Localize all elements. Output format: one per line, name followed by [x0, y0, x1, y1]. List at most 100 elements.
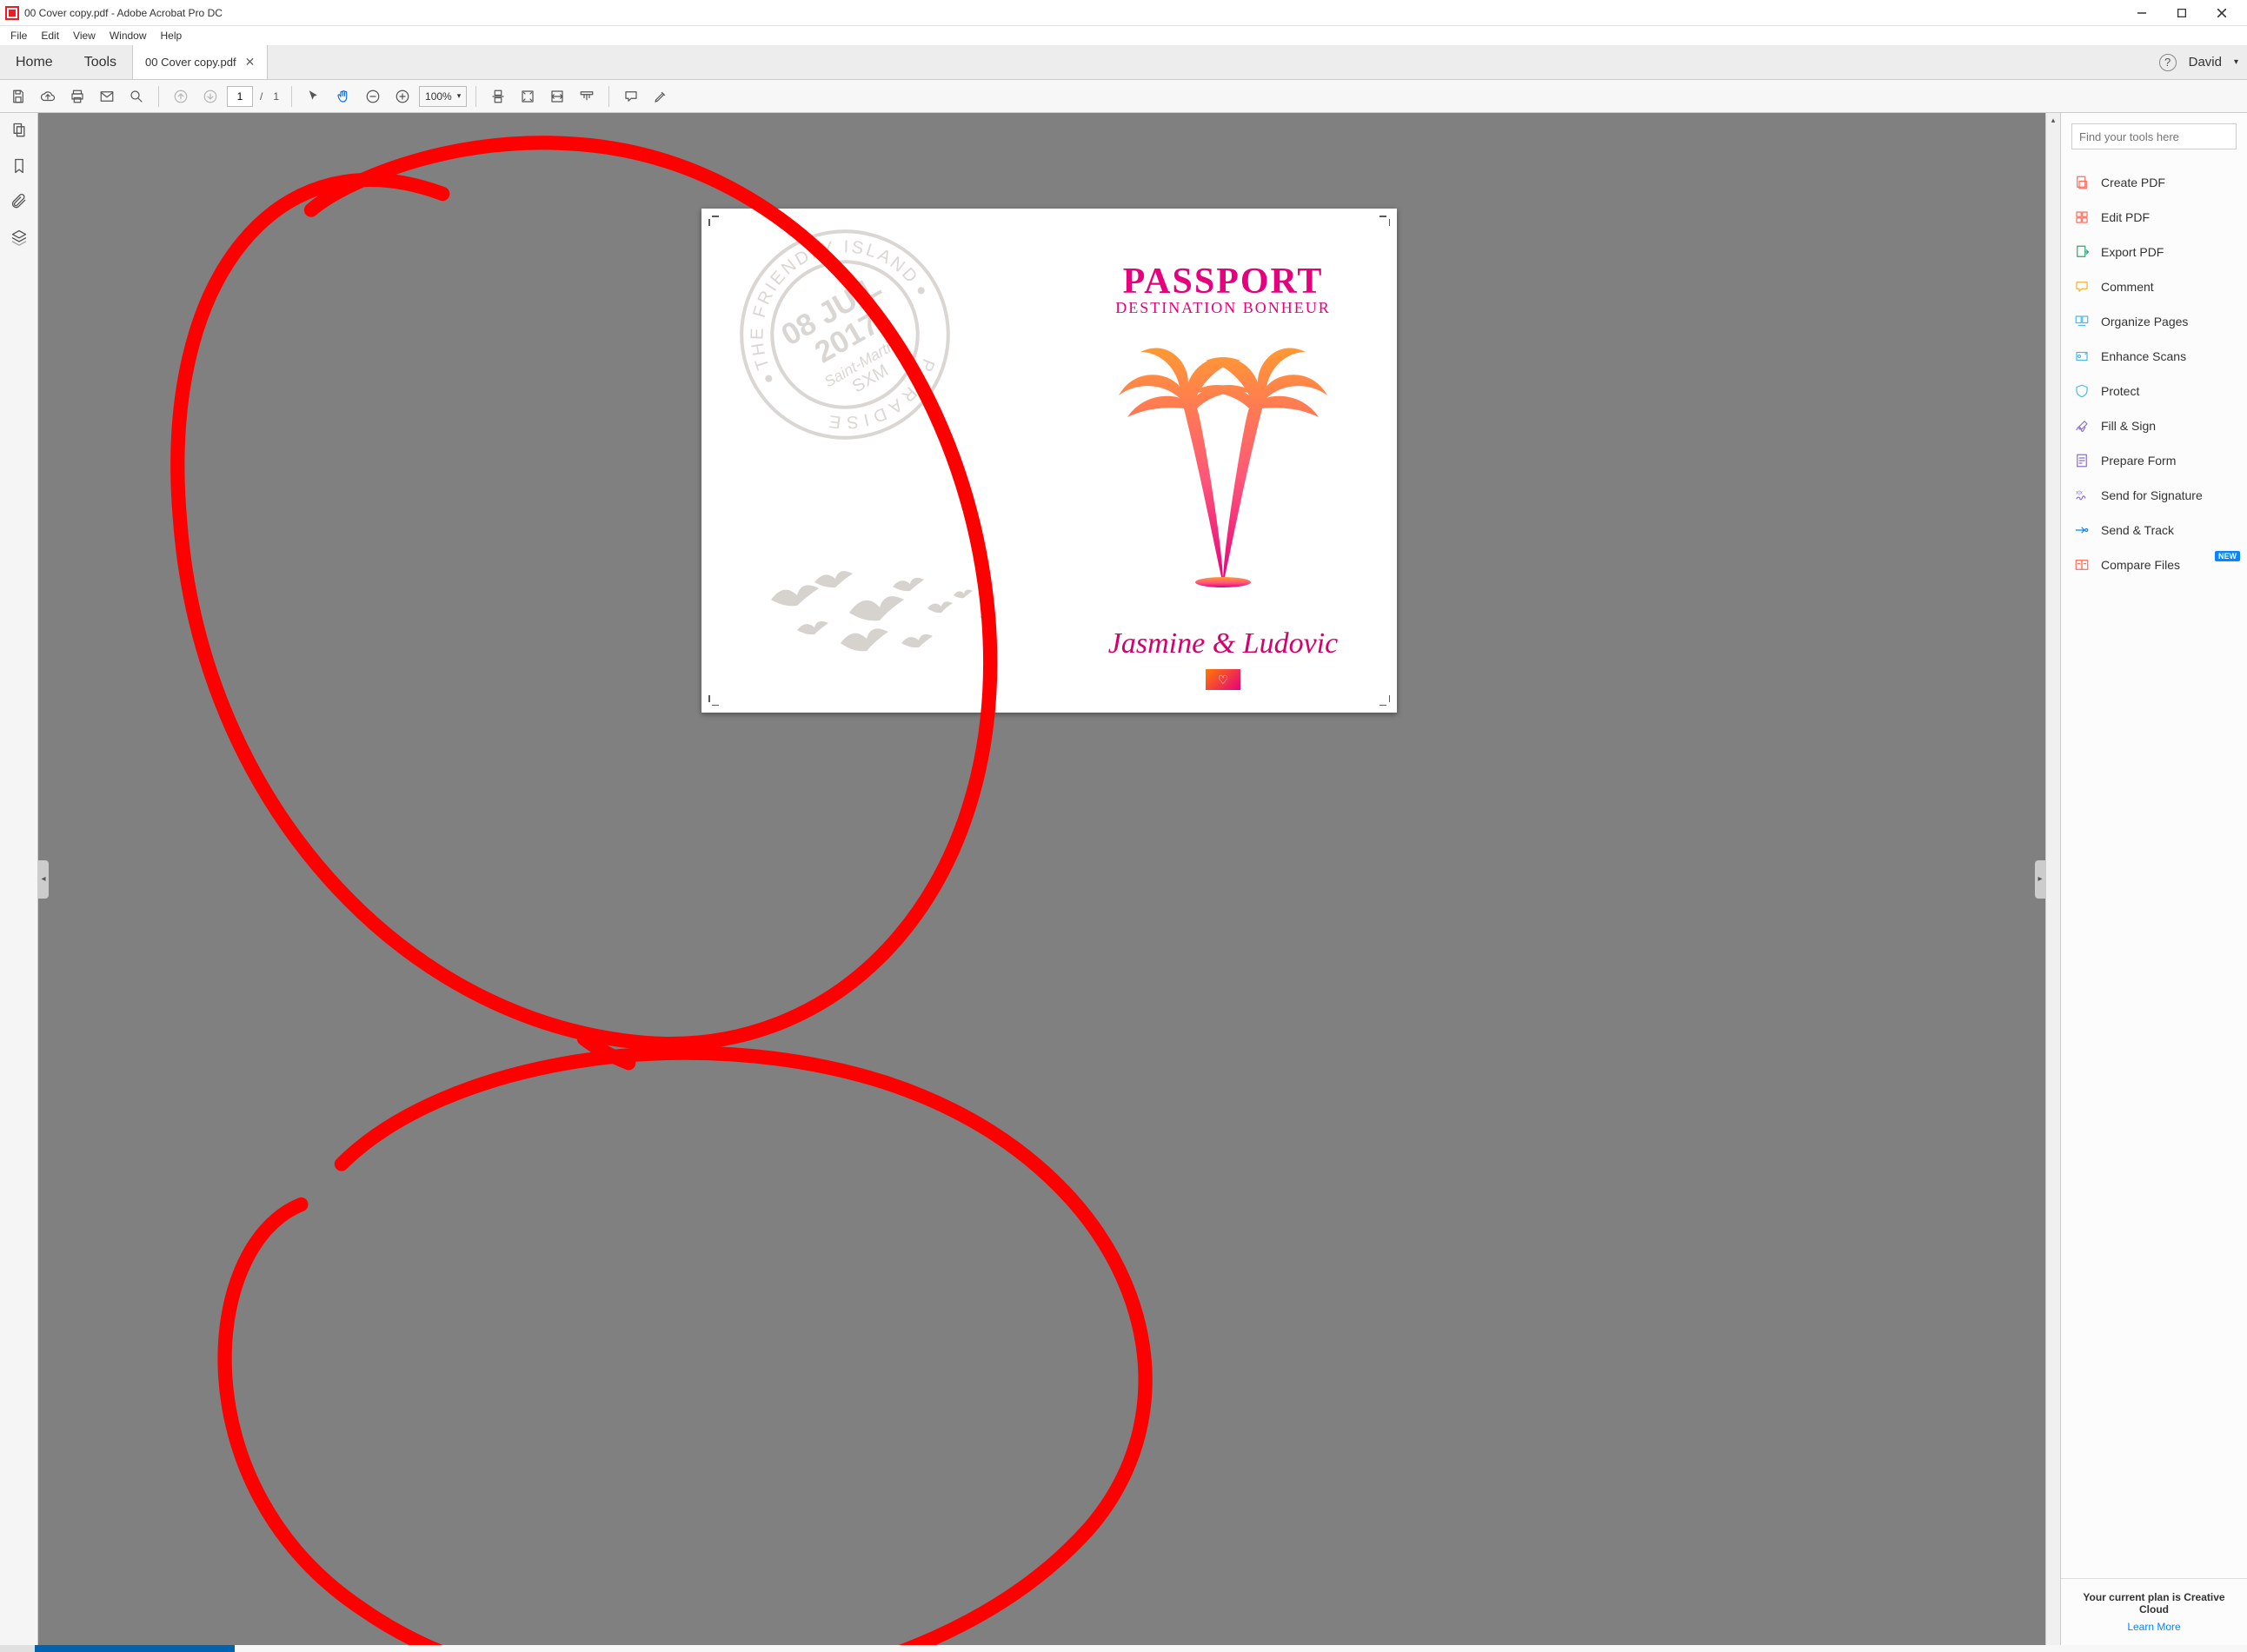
- user-name[interactable]: David: [2189, 55, 2222, 70]
- page-number-input[interactable]: [227, 86, 253, 107]
- tool-item-label: Fill & Sign: [2101, 419, 2156, 433]
- zoom-select[interactable]: 100% ▾: [419, 86, 467, 107]
- document-tab[interactable]: 00 Cover copy.pdf ✕: [132, 45, 268, 79]
- hand-tool-icon[interactable]: [330, 83, 356, 109]
- tool-item-export-pdf[interactable]: Export PDF: [2061, 235, 2247, 269]
- protect-icon: [2073, 382, 2091, 400]
- learn-more-link[interactable]: Learn More: [2070, 1621, 2238, 1633]
- passport-subtitle: DESTINATION BONHEUR: [1067, 299, 1379, 317]
- prev-page-icon[interactable]: [168, 83, 194, 109]
- highlighter-icon[interactable]: [648, 83, 674, 109]
- tool-item-label: Prepare Form: [2101, 454, 2176, 468]
- tool-item-label: Compare Files: [2101, 558, 2180, 572]
- comment-bubble-icon[interactable]: [618, 83, 644, 109]
- new-badge: NEW: [2215, 551, 2240, 561]
- organize-icon: [2073, 313, 2091, 330]
- birds-graphic: [754, 556, 1014, 669]
- zoom-in-icon[interactable]: [389, 83, 415, 109]
- page-total: 1: [269, 90, 283, 103]
- fit-width-icon[interactable]: [544, 83, 570, 109]
- page-separator: /: [256, 90, 266, 103]
- window-minimize-button[interactable]: [2122, 0, 2162, 26]
- window-title: 00 Cover copy.pdf - Adobe Acrobat Pro DC: [24, 7, 223, 19]
- next-page-icon[interactable]: [197, 83, 223, 109]
- tool-item-label: Send for Signature: [2101, 488, 2203, 502]
- document-viewport[interactable]: ◂ ▸ 08 JUIL 2017 Saint-Martin SXM: [38, 113, 2060, 1645]
- passport-title: PASSPORT: [1067, 261, 1379, 302]
- zoom-value: 100%: [425, 90, 452, 103]
- tool-item-label: Create PDF: [2101, 176, 2165, 189]
- menu-view[interactable]: View: [66, 28, 103, 43]
- menu-file[interactable]: File: [3, 28, 34, 43]
- attachment-icon[interactable]: [10, 193, 28, 213]
- work-area: ◂ ▸ 08 JUIL 2017 Saint-Martin SXM: [0, 113, 2247, 1645]
- nav-home[interactable]: Home: [0, 45, 69, 79]
- scroll-up-icon[interactable]: ▴: [2046, 113, 2060, 128]
- tool-search-input[interactable]: [2071, 123, 2237, 149]
- tool-item-compare[interactable]: Compare Files NEW: [2061, 547, 2247, 582]
- tool-item-enhance[interactable]: Enhance Scans: [2061, 339, 2247, 374]
- send-track-icon: [2073, 521, 2091, 539]
- layers-icon[interactable]: [10, 229, 28, 249]
- window-maximize-button[interactable]: [2162, 0, 2202, 26]
- create-pdf-icon: [2073, 174, 2091, 191]
- menu-edit[interactable]: Edit: [34, 28, 66, 43]
- tool-item-edit-pdf[interactable]: Edit PDF: [2061, 200, 2247, 235]
- print-icon[interactable]: [64, 83, 90, 109]
- user-menu-chevron-icon[interactable]: ▾: [2234, 57, 2238, 67]
- close-tab-icon[interactable]: ✕: [245, 55, 256, 70]
- menubar: File Edit View Window Help: [0, 26, 2247, 45]
- search-icon[interactable]: [123, 83, 150, 109]
- passport-title-block: PASSPORT DESTINATION BONHEUR: [1067, 261, 1379, 317]
- plan-text: Your current plan is Creative Cloud: [2070, 1591, 2238, 1616]
- collapse-left-handle[interactable]: ◂: [38, 860, 49, 899]
- tool-item-prepare-form[interactable]: Prepare Form: [2061, 443, 2247, 478]
- pdf-page: 08 JUIL 2017 Saint-Martin SXM THE FRIEND…: [701, 209, 1397, 713]
- thumbnails-icon[interactable]: [10, 122, 28, 142]
- tool-item-label: Enhance Scans: [2101, 349, 2186, 363]
- tool-item-label: Edit PDF: [2101, 210, 2150, 224]
- fill-sign-icon: [2073, 417, 2091, 435]
- chevron-down-icon: ▾: [457, 91, 462, 101]
- cloud-upload-icon[interactable]: [35, 83, 61, 109]
- tool-item-label: Send & Track: [2101, 523, 2174, 537]
- fit-continuous-icon[interactable]: [485, 83, 511, 109]
- titlebar: 00 Cover copy.pdf - Adobe Acrobat Pro DC: [0, 0, 2247, 26]
- send-signature-icon: x|x: [2073, 487, 2091, 504]
- tool-item-label: Export PDF: [2101, 245, 2164, 259]
- main-tab-bar: Home Tools 00 Cover copy.pdf ✕ ? David ▾: [0, 45, 2247, 80]
- fit-page-icon[interactable]: [515, 83, 541, 109]
- nav-tools[interactable]: Tools: [69, 45, 132, 79]
- tool-item-fill-sign[interactable]: Fill & Sign: [2061, 408, 2247, 443]
- tool-item-label: Comment: [2101, 280, 2154, 294]
- vertical-scrollbar[interactable]: ▴: [2045, 113, 2060, 1645]
- collapse-right-handle[interactable]: ▸: [2035, 860, 2045, 899]
- tool-item-organize[interactable]: Organize Pages: [2061, 304, 2247, 339]
- save-icon[interactable]: [5, 83, 31, 109]
- acrobat-app-icon: [5, 6, 19, 20]
- comment-icon: [2073, 278, 2091, 295]
- window-close-button[interactable]: [2202, 0, 2242, 26]
- right-tools-panel: Create PDF Edit PDF Export PDF Comment Organ…: [2060, 113, 2247, 1645]
- names-text: Jasmine & Ludovic: [1067, 627, 1379, 660]
- menu-window[interactable]: Window: [103, 28, 154, 43]
- pointer-tool-icon[interactable]: [301, 83, 327, 109]
- menu-help[interactable]: Help: [154, 28, 189, 43]
- help-icon[interactable]: ?: [2159, 54, 2177, 71]
- bookmark-icon[interactable]: [10, 157, 28, 177]
- export-pdf-icon: [2073, 243, 2091, 261]
- left-nav-rail: [0, 113, 38, 1645]
- tool-item-send-track[interactable]: Send & Track: [2061, 513, 2247, 547]
- tool-item-protect[interactable]: Protect: [2061, 374, 2247, 408]
- zoom-out-icon[interactable]: [360, 83, 386, 109]
- read-mode-icon[interactable]: [574, 83, 600, 109]
- enhance-icon: [2073, 348, 2091, 365]
- tool-item-create-pdf[interactable]: Create PDF: [2061, 165, 2247, 200]
- plan-info: Your current plan is Creative Cloud Lear…: [2061, 1578, 2247, 1645]
- document-tab-label: 00 Cover copy.pdf: [145, 56, 236, 69]
- compare-icon: [2073, 556, 2091, 574]
- tool-item-comment[interactable]: Comment: [2061, 269, 2247, 304]
- edit-pdf-icon: [2073, 209, 2091, 226]
- mail-icon[interactable]: [94, 83, 120, 109]
- tool-item-send-signature[interactable]: x|x Send for Signature: [2061, 478, 2247, 513]
